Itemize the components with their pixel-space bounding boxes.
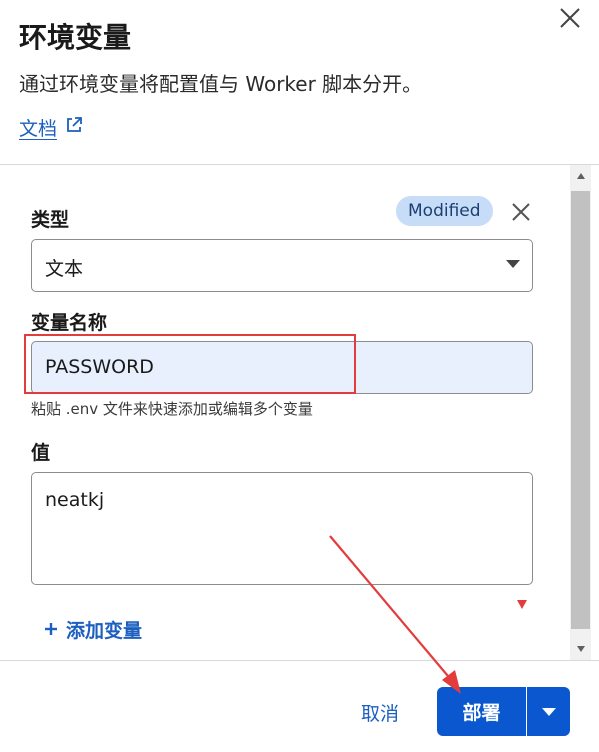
close-icon[interactable] — [558, 6, 582, 30]
scrollbar[interactable] — [570, 165, 591, 660]
variable-value-text: neatkj — [45, 489, 105, 511]
type-select-value: 文本 — [45, 258, 84, 280]
type-label: 类型 — [31, 209, 70, 231]
chevron-down-icon — [506, 260, 520, 268]
add-variable-button[interactable]: 添加变量 — [44, 616, 142, 643]
add-variable-label: 添加变量 — [66, 620, 143, 642]
variable-value-textarea[interactable]: neatkj — [31, 472, 533, 585]
variable-name-label: 变量名称 — [31, 312, 108, 334]
scrollbar-thumb[interactable] — [571, 191, 590, 629]
variable-name-value: PASSWORD — [45, 356, 154, 378]
documentation-link[interactable]: 文档 — [19, 114, 83, 141]
remove-icon[interactable] — [509, 200, 533, 224]
paste-env-hint: 粘贴 .env 文件来快速添加或编辑多个变量 — [31, 400, 313, 418]
cancel-button[interactable]: 取消 — [350, 690, 410, 734]
scroll-down-icon[interactable] — [570, 638, 591, 660]
annotation-marker — [517, 600, 527, 609]
deploy-options-button[interactable] — [527, 687, 570, 736]
documentation-link-label[interactable]: 文档 — [19, 114, 57, 141]
scroll-up-icon[interactable] — [570, 165, 591, 187]
footer-divider — [0, 660, 599, 661]
status-badge: Modified — [396, 196, 493, 226]
deploy-button[interactable]: 部署 — [437, 687, 526, 736]
type-select[interactable]: 文本 — [31, 239, 533, 292]
chevron-down-icon — [541, 707, 556, 716]
plus-icon — [44, 619, 58, 641]
environment-variables-panel: 环境变量 通过环境变量将配置值与 Worker 脚本分开。 文档 类型 Modi… — [0, 0, 599, 752]
value-label: 值 — [31, 442, 51, 464]
variable-name-input[interactable]: PASSWORD — [31, 341, 533, 394]
panel-title: 环境变量 — [19, 21, 132, 54]
external-link-icon — [65, 116, 83, 139]
panel-subtitle: 通过环境变量将配置值与 Worker 脚本分开。 — [19, 72, 423, 96]
